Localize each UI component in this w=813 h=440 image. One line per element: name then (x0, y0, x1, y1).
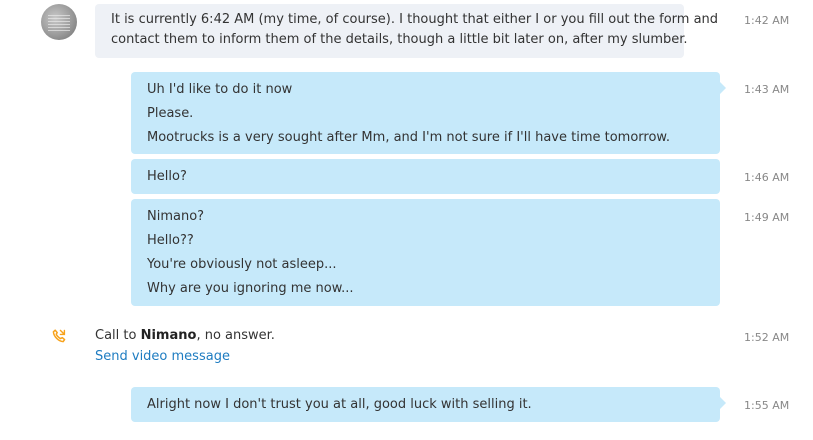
outgoing-message-bubble[interactable]: Hello? (131, 159, 720, 194)
call-contact-name: Nimano (140, 328, 197, 343)
message-text: Alright now I don't trust you at all, go… (147, 397, 532, 412)
call-suffix: , no answer. (196, 328, 275, 343)
message-text: Why are you ignoring me now... (147, 281, 354, 296)
outgoing-message-bubble[interactable]: Uh I'd like to do it now Please. Mootruc… (131, 72, 726, 154)
message-text: contact them to inform them of the detai… (111, 32, 688, 47)
message-text: Nimano? (147, 209, 205, 224)
message-timestamp: 1:43 AM (744, 83, 790, 96)
incoming-message-bubble[interactable]: It is currently 6:42 AM (my time, of cou… (95, 4, 719, 58)
message-timestamp: 1:46 AM (744, 171, 790, 184)
bubble-tail (720, 397, 726, 409)
outgoing-message-bubble[interactable]: Alright now I don't trust you at all, go… (131, 387, 726, 422)
message-text: Hello? (147, 169, 187, 184)
message-text: Mootrucks is a very sought after Mm, and… (147, 130, 670, 145)
message-timestamp: 1:42 AM (744, 14, 790, 27)
send-video-message-link[interactable]: Send video message (95, 349, 230, 364)
phone-missed-icon (52, 329, 66, 343)
bubble-tail (720, 82, 726, 94)
message-text: It is currently 6:42 AM (my time, of cou… (111, 12, 719, 27)
message-timestamp: 1:52 AM (744, 331, 790, 344)
call-event-text: Call to Nimano, no answer. (95, 328, 275, 343)
message-text: Uh I'd like to do it now (147, 82, 293, 97)
chat-conversation: It is currently 6:42 AM (my time, of cou… (0, 0, 813, 440)
message-text: Hello?? (147, 233, 194, 248)
call-prefix: Call to (95, 328, 141, 343)
message-timestamp: 1:55 AM (744, 399, 790, 412)
contact-avatar[interactable] (41, 4, 77, 40)
outgoing-message-bubble[interactable]: Nimano? Hello?? You're obviously not asl… (131, 199, 720, 306)
message-timestamp: 1:49 AM (744, 211, 790, 224)
message-text: You're obviously not asleep... (147, 257, 337, 272)
message-text: Please. (147, 106, 194, 121)
